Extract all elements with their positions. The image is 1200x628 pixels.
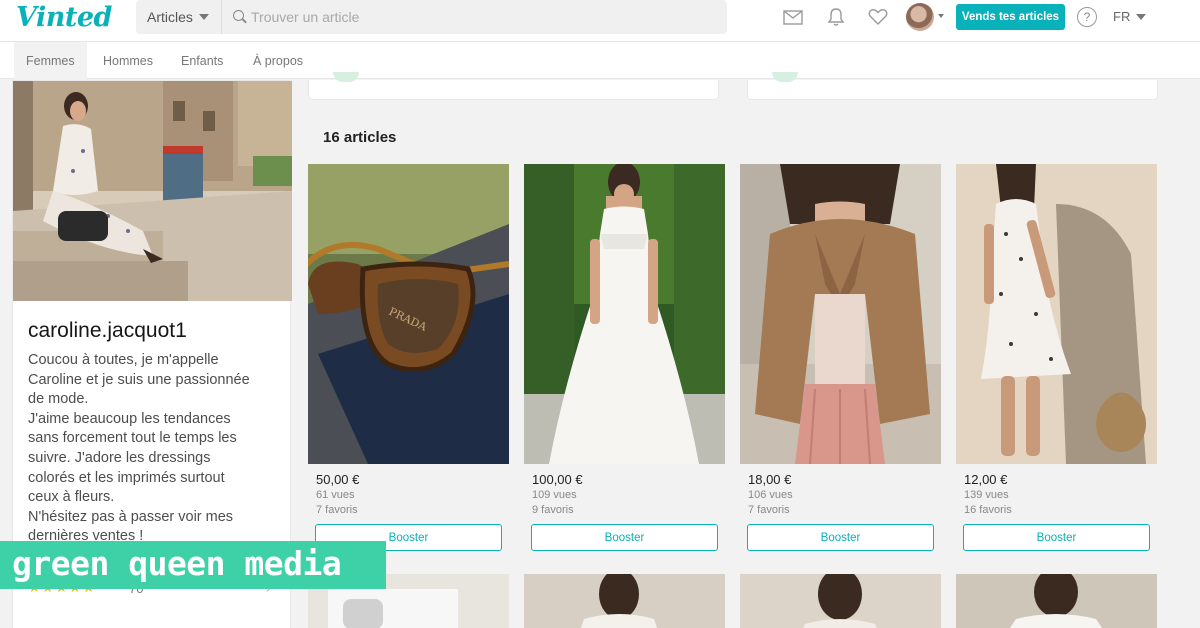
search-category-label: Articles <box>147 9 193 25</box>
item-photo[interactable]: PRADA <box>308 164 509 464</box>
bio-line: de mode. <box>28 391 89 408</box>
chevron-down-icon <box>198 14 209 20</box>
item-price: 12,00 € <box>964 472 1008 487</box>
profile-bio: Coucou à toutes, je m'appelle Caroline e… <box>28 351 278 547</box>
item-photo[interactable] <box>956 164 1157 464</box>
item-card[interactable]: 12,00 € 139 vues 16 favoris Booster <box>956 164 1157 551</box>
item-favorites: 7 favoris <box>316 504 358 516</box>
bio-line: Coucou à toutes, je m'appelle <box>28 352 219 368</box>
item-views: 106 vues <box>748 489 793 501</box>
bio-line: suivre. J'adore les dressings <box>28 449 211 466</box>
search-icon <box>233 10 244 21</box>
nav-item-a-propos[interactable]: À propos <box>253 42 303 79</box>
vinted-logo[interactable]: Vinted <box>16 2 112 33</box>
notifications-icon[interactable] <box>824 6 848 28</box>
info-card <box>308 72 719 100</box>
watermark-text: green queen media <box>12 544 342 583</box>
messages-icon[interactable] <box>781 6 805 28</box>
item-favorites: 16 favoris <box>964 504 1012 516</box>
item-views: 109 vues <box>532 489 577 501</box>
bio-line: Caroline et je suis une passionnée <box>28 371 250 388</box>
watermark-banner: green queen media <box>0 541 386 589</box>
item-favorites: 7 favoris <box>748 504 790 516</box>
category-nav: Femmes Hommes Enfants À propos <box>0 42 1200 79</box>
search-bar: Articles <box>136 0 727 34</box>
badge-icon <box>772 72 798 82</box>
nav-item-hommes[interactable]: Hommes <box>103 42 153 79</box>
help-icon[interactable]: ? <box>1077 7 1097 27</box>
item-photo[interactable] <box>956 574 1157 628</box>
item-favorites: 9 favoris <box>532 504 574 516</box>
chevron-down-icon[interactable] <box>938 14 944 18</box>
bio-line: sans forcement tout le temps les <box>28 430 237 447</box>
item-views: 139 vues <box>964 489 1009 501</box>
top-bar: Vinted Articles Vends tes articles ? FR <box>0 0 1200 42</box>
item-photo[interactable] <box>740 164 941 464</box>
profile-username: caroline.jacquot1 <box>28 319 187 342</box>
search-input[interactable] <box>251 4 711 30</box>
bio-line: ceux à fleurs. <box>28 489 115 506</box>
info-card <box>747 72 1158 100</box>
item-price: 50,00 € <box>316 472 360 487</box>
item-price: 18,00 € <box>748 472 792 487</box>
item-photo[interactable] <box>524 164 725 464</box>
boost-button[interactable]: Booster <box>747 524 934 551</box>
item-card[interactable]: 18,00 € 106 vues 7 favoris Booster <box>740 164 941 551</box>
nav-item-enfants[interactable]: Enfants <box>181 42 223 79</box>
item-photo[interactable] <box>524 574 725 628</box>
favorites-heart-icon[interactable] <box>866 6 890 28</box>
language-select[interactable]: FR <box>1113 9 1147 24</box>
item-price: 100,00 € <box>532 472 583 487</box>
item-views: 61 vues <box>316 489 355 501</box>
bio-line: colorés et les imprimés surtout <box>28 469 225 486</box>
articles-count: 16 articles <box>323 129 397 146</box>
avatar[interactable] <box>906 3 934 31</box>
sell-items-button[interactable]: Vends tes articles <box>956 4 1065 30</box>
nav-item-femmes[interactable]: Femmes <box>14 42 87 79</box>
bio-line: N'hésitez pas à passer voir mes <box>28 508 234 525</box>
bio-line: J'aime beaucoup les tendances <box>28 410 231 427</box>
boost-button[interactable]: Booster <box>963 524 1150 551</box>
language-label: FR <box>1113 9 1131 24</box>
item-photo[interactable] <box>740 574 941 628</box>
chevron-down-icon <box>1136 13 1147 20</box>
item-card[interactable]: 100,00 € 109 vues 9 favoris Booster <box>524 164 725 551</box>
profile-photo <box>13 81 292 301</box>
item-card[interactable]: PRADA 50,00 € 61 vues 7 favoris Booster <box>308 164 509 551</box>
badge-icon <box>333 72 359 82</box>
boost-button[interactable]: Booster <box>531 524 718 551</box>
search-category-select[interactable]: Articles <box>136 0 222 34</box>
